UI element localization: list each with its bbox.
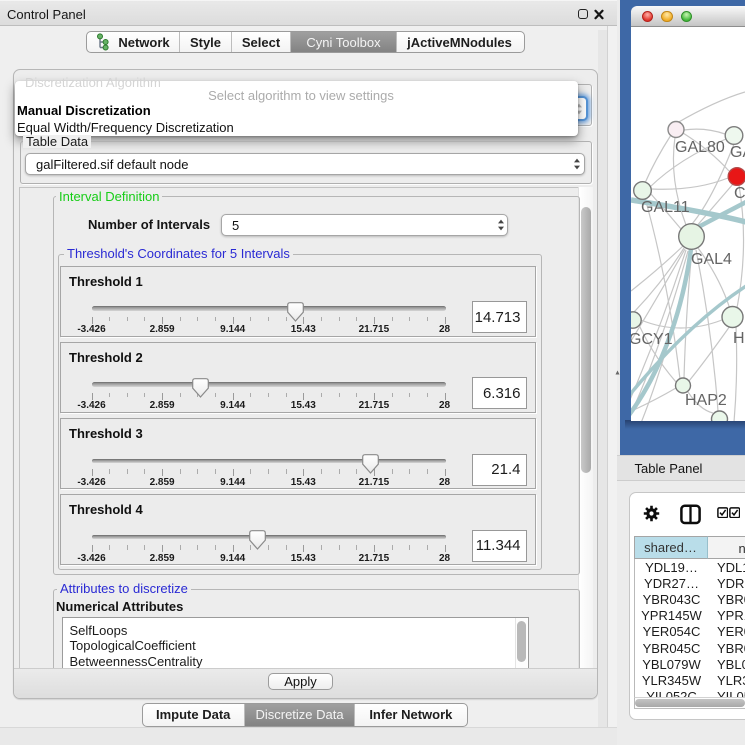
svg-text:GAL11: GAL11 bbox=[641, 199, 690, 216]
svg-text:GA: GA bbox=[730, 144, 745, 161]
svg-text:C: C bbox=[734, 185, 745, 202]
svg-text:GAL80: GAL80 bbox=[675, 139, 725, 156]
svg-text:GAL4: GAL4 bbox=[691, 251, 732, 268]
svg-text:H: H bbox=[733, 330, 745, 347]
svg-text:GCY1: GCY1 bbox=[631, 331, 673, 348]
svg-text:HAP2: HAP2 bbox=[685, 392, 727, 409]
